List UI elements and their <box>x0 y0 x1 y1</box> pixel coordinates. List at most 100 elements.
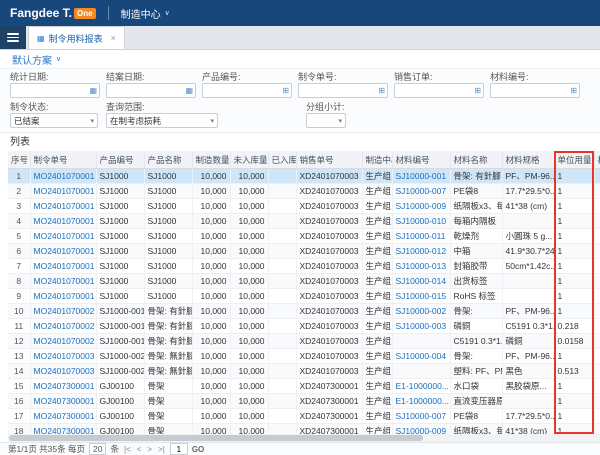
cell-mo_no[interactable]: MO2407300001 <box>30 378 97 394</box>
table-row[interactable]: 2 MO2401070001 SJ1000 SJ1000 10,000 10,000 XD2… <box>8 183 600 199</box>
product_no-input[interactable] <box>205 84 275 97</box>
col-index[interactable]: 序号 <box>8 151 31 169</box>
browse-icon[interactable]: ⊞ <box>474 86 481 96</box>
table-row[interactable]: 18 MO2407300001 GJ00100 骨架 10,000 10,000 XD240… <box>8 423 600 434</box>
cell-mo_no[interactable]: MO2401070003 <box>30 363 97 379</box>
cell-mo_no[interactable]: MO2401070001 <box>30 258 97 274</box>
nav-menu-manufacturing-center[interactable]: 制造中心 ∨ <box>121 6 170 21</box>
sales_order-input-box[interactable]: ⊞ <box>394 83 484 98</box>
group_subtotal-select[interactable]: ▾ <box>306 113 346 128</box>
cell-mo_no[interactable]: MO2401070001 <box>30 168 97 184</box>
table-row[interactable]: 8 MO2401070001 SJ1000 SJ1000 10,000 10,000 XD2… <box>8 273 600 289</box>
browse-icon[interactable]: ⊞ <box>282 86 289 96</box>
table-row[interactable]: 15 MO2407300001 GJ00100 骨架 10,000 10,000 XD240… <box>8 378 600 394</box>
col-material_name[interactable]: 材料名称 <box>450 151 503 169</box>
first-page-button[interactable]: |< <box>123 445 132 454</box>
horizontal-scrollbar[interactable] <box>8 434 600 442</box>
col-product_no[interactable]: 产品编号 <box>96 151 145 169</box>
cell-material_no[interactable]: E1-1000000... <box>392 393 451 409</box>
table-row[interactable]: 11 MO2401070002 SJ1000-001 骨架: 有針腳 10,000 10,… <box>8 318 600 334</box>
cell-mo_no[interactable]: MO2401070002 <box>30 318 97 334</box>
stat_date-input[interactable] <box>13 84 83 97</box>
table-row[interactable]: 9 MO2401070001 SJ1000 SJ1000 10,000 10,000 XD2… <box>8 288 600 304</box>
cell-mo_no[interactable]: MO2401070002 <box>30 333 97 349</box>
cell-mo_no[interactable]: MO2401070002 <box>30 303 97 319</box>
table-row[interactable]: 13 MO2401070003 SJ1000-002 骨架: 無針腳 10,000 10,… <box>8 348 600 364</box>
material_no-input[interactable] <box>493 84 563 97</box>
scrollbar-thumb[interactable] <box>9 435 424 441</box>
tab-material-report[interactable]: ▦ 制令用料报表 × <box>28 26 125 49</box>
cell-material_no[interactable]: SJ10000-010 <box>392 213 451 229</box>
product_no-input-box[interactable]: ⊞ <box>202 83 292 98</box>
cell-material_no[interactable]: SJ10000-015 <box>392 288 451 304</box>
calendar-icon[interactable]: ▦ <box>89 86 97 96</box>
mo_status-select[interactable]: 已结案 ▾ <box>10 113 98 128</box>
cell-material_no[interactable]: SJ10000-007 <box>392 408 451 424</box>
cell-mo_no[interactable]: MO2401070001 <box>30 183 97 199</box>
cell-material_no[interactable]: SJ10000-003 <box>392 318 451 334</box>
col-center[interactable]: 制造中心 <box>362 151 393 169</box>
cell-mo_no[interactable]: MO2407300001 <box>30 423 97 434</box>
prev-page-button[interactable]: < <box>136 445 143 454</box>
cell-material_no[interactable]: SJ10000-011 <box>392 228 451 244</box>
cell-material_no[interactable]: E1-1000000... <box>392 378 451 394</box>
table-row[interactable]: 3 MO2401070001 SJ1000 SJ1000 10,000 10,000 XD2… <box>8 198 600 214</box>
page-size-box[interactable]: 20 <box>89 443 107 455</box>
mo_no-input-box[interactable]: ⊞ <box>298 83 388 98</box>
table-row[interactable]: 6 MO2401070001 SJ1000 SJ1000 10,000 10,000 XD2… <box>8 243 600 259</box>
table-row[interactable]: 1 MO2401070001 SJ1000 SJ1000 10,000 10,000 XD2… <box>8 168 600 184</box>
sales_order-input[interactable] <box>397 84 467 97</box>
col-material_spec[interactable]: 材料规格 <box>502 151 555 169</box>
col-material_no[interactable]: 材料编号 <box>392 151 451 169</box>
cell-mo_no[interactable]: MO2401070001 <box>30 273 97 289</box>
mo_no-input[interactable] <box>301 84 371 97</box>
cell-mo_no[interactable]: MO2401070003 <box>30 348 97 364</box>
cell-material_no[interactable]: SJ10000-007 <box>392 183 451 199</box>
go-button[interactable]: GO <box>192 445 204 454</box>
last-page-button[interactable]: >| <box>157 445 166 454</box>
table-row[interactable]: 16 MO2407300001 GJ00100 骨架 10,000 10,000 XD240… <box>8 393 600 409</box>
cell-mo_no[interactable]: MO2401070001 <box>30 288 97 304</box>
col-sales_no[interactable]: 销售单号 <box>296 151 363 169</box>
table-row[interactable]: 4 MO2401070001 SJ1000 SJ1000 10,000 10,000 XD2… <box>8 213 600 229</box>
brand-logo[interactable]: Fangdee T. One <box>10 6 96 20</box>
close_date-input[interactable] <box>109 84 179 97</box>
cell-material_no[interactable]: SJ10000-001 <box>392 168 451 184</box>
table-row[interactable]: 17 MO2407300001 GJ00100 骨架 10,000 10,000 XD240… <box>8 408 600 424</box>
calendar-icon[interactable]: ▦ <box>185 86 193 96</box>
col-not_in_qty[interactable]: 未入库量 <box>230 151 269 169</box>
table-row[interactable]: 12 MO2401070002 SJ1000-001 骨架: 有針腳 10,000 10,… <box>8 333 600 349</box>
material_no-input-box[interactable]: ⊞ <box>490 83 580 98</box>
sidebar-toggle[interactable] <box>0 26 26 49</box>
table-row[interactable]: 7 MO2401070001 SJ1000 SJ1000 10,000 10,000 XD2… <box>8 258 600 274</box>
cell-mo_no[interactable]: MO2401070001 <box>30 228 97 244</box>
col-in_qty[interactable]: 已入库量 <box>268 151 297 169</box>
table-row[interactable]: 14 MO2401070003 SJ1000-002 骨架: 無針腳 10,000 10,… <box>8 363 600 379</box>
cell-material_no[interactable]: SJ10000-009 <box>392 198 451 214</box>
cell-material_no[interactable]: SJ10000-009 <box>392 423 451 434</box>
cell-material_no[interactable]: SJ10000-013 <box>392 258 451 274</box>
cell-mo_no[interactable]: MO2401070001 <box>30 243 97 259</box>
col-unit_usage[interactable]: 单位用量 <box>554 151 595 169</box>
col-mo_no[interactable]: 制令单号 <box>30 151 97 169</box>
close-icon[interactable]: × <box>111 33 116 43</box>
browse-icon[interactable]: ⊞ <box>378 86 385 96</box>
cell-material_no[interactable]: SJ10000-012 <box>392 243 451 259</box>
col-mfg_qty[interactable]: 制造数量 <box>192 151 231 169</box>
browse-icon[interactable]: ⊞ <box>570 86 577 96</box>
next-page-button[interactable]: > <box>146 445 153 454</box>
cell-mo_no[interactable]: MO2401070001 <box>30 213 97 229</box>
table-row[interactable]: 5 MO2401070001 SJ1000 SJ1000 10,000 10,000 XD2… <box>8 228 600 244</box>
cell-mo_no[interactable]: MO2401070001 <box>30 198 97 214</box>
close_date-input-box[interactable]: ▦ <box>106 83 196 98</box>
goto-page-input[interactable] <box>169 443 188 455</box>
cell-mo_no[interactable]: MO2407300001 <box>30 393 97 409</box>
cell-material_no[interactable]: SJ10000-004 <box>392 348 451 364</box>
stat_date-input-box[interactable]: ▦ <box>10 83 100 98</box>
scheme-selector[interactable]: 默认方案 ∨ <box>12 52 61 67</box>
table-row[interactable]: 10 MO2401070002 SJ1000-001 骨架: 有針腳 10,000 10,… <box>8 303 600 319</box>
cell-mo_no[interactable]: MO2407300001 <box>30 408 97 424</box>
cell-material_no[interactable]: SJ10000-002 <box>392 303 451 319</box>
col-product_name[interactable]: 产品名称 <box>144 151 193 169</box>
col-material_usage[interactable]: 材料用量 <box>594 151 600 169</box>
